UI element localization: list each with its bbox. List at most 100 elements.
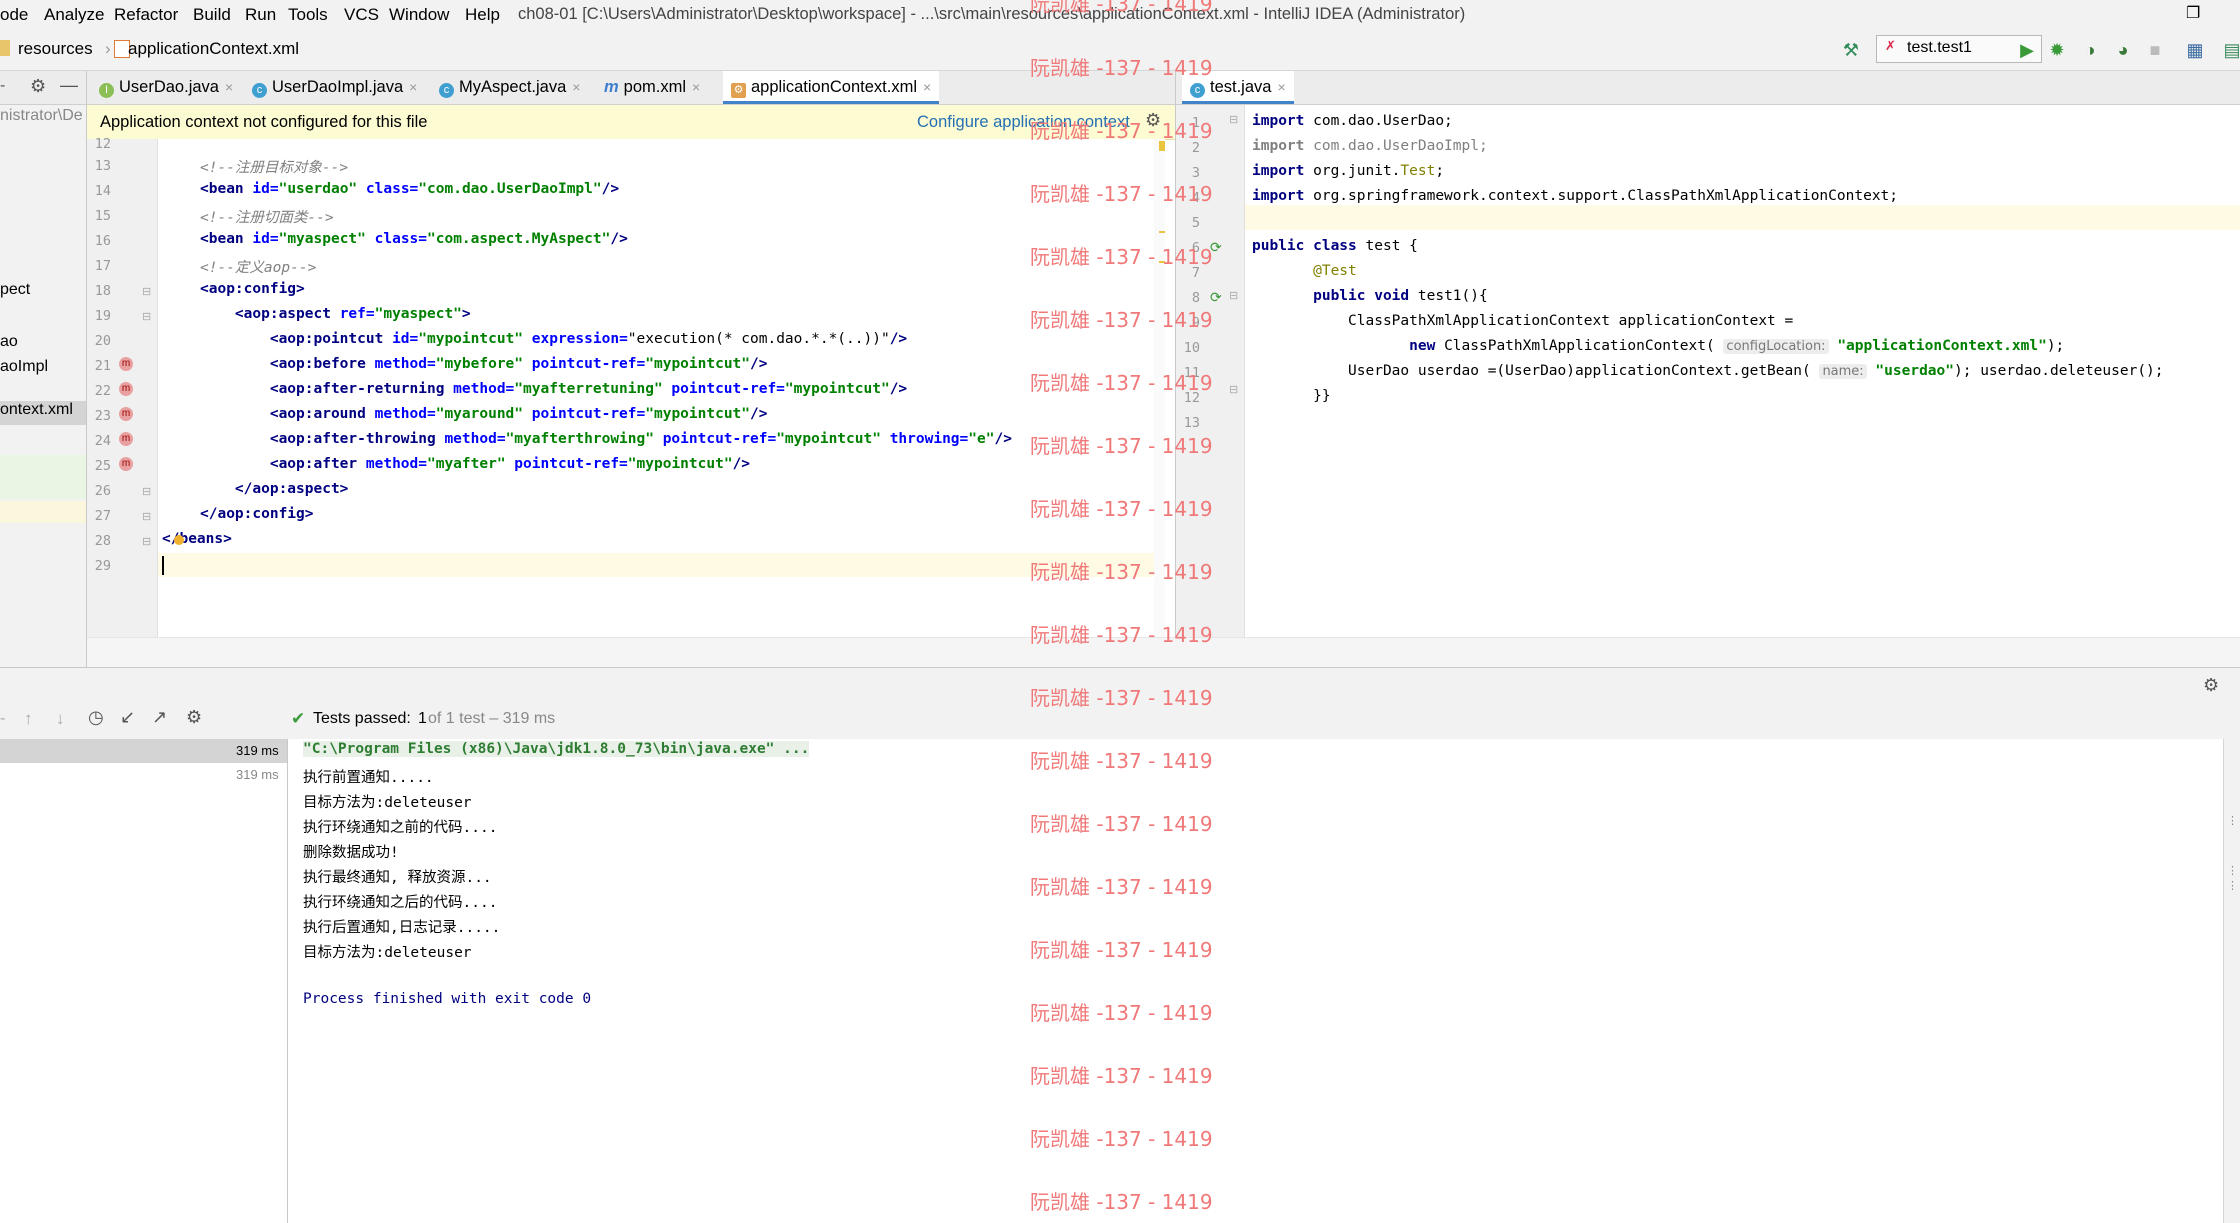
gear-icon[interactable]: ⚙	[186, 707, 202, 728]
sdk-icon[interactable]: ▤	[2222, 40, 2240, 60]
warning-mark[interactable]	[1159, 231, 1165, 233]
menu-refactor[interactable]: Refactor	[114, 5, 178, 25]
fold-icon[interactable]: ⊟	[142, 285, 151, 298]
scroll-marker-icon: ⋮	[2227, 880, 2238, 892]
project-item-daoimpl[interactable]: aoImpl	[0, 358, 48, 376]
menu-code[interactable]: ode	[0, 5, 28, 25]
gear-icon[interactable]: ⚙	[1145, 110, 1161, 131]
close-icon[interactable]: ×	[692, 79, 700, 95]
fold-icon[interactable]: ⊟	[1229, 383, 1238, 396]
fold-icon[interactable]: ⊟	[142, 510, 151, 523]
project-item-aspect[interactable]: pect	[0, 281, 30, 299]
project-structure-icon[interactable]: ▦	[2185, 40, 2205, 60]
profile-icon[interactable]: ◕	[2113, 40, 2133, 60]
restore-window-icon[interactable]: ❐	[2186, 3, 2206, 23]
code-line-7: @Test	[1252, 263, 1357, 279]
console-line: 执行环绕通知之前的代码....	[303, 820, 498, 836]
breadcrumb-file[interactable]: applicationContext.xml	[128, 39, 299, 59]
fold-icon[interactable]: ⊟	[142, 310, 151, 323]
collapse-icon[interactable]: -	[0, 710, 5, 728]
tab-myaspect-java[interactable]: c MyAspect.java ×	[439, 71, 580, 104]
menu-run[interactable]: Run	[245, 5, 276, 25]
menu-vcs[interactable]: VCS	[344, 5, 379, 25]
gear-icon[interactable]: ⚙	[30, 76, 46, 97]
intention-bulb-icon[interactable]	[174, 535, 184, 545]
console-line: 目标方法为:deleteuser	[303, 795, 472, 811]
hide-panel-icon[interactable]: —	[60, 75, 78, 96]
tab-label: pom.xml	[623, 78, 687, 96]
tab-test-java[interactable]: c test.java ×	[1182, 71, 1294, 104]
console-scrollbar[interactable]: ⋮ ⋮ ⋮	[2223, 739, 2240, 1223]
code-line-2: import com.dao.UserDaoImpl;	[1252, 138, 1488, 154]
error-stripe[interactable]	[1154, 139, 1165, 637]
test-duration: 319 ms	[236, 767, 279, 782]
console-output[interactable]: "C:\Program Files (x86)\Java\jdk1.8.0_73…	[288, 739, 2223, 1223]
advice-marker-icon[interactable]: m	[119, 382, 133, 396]
import-tests-icon[interactable]: ↙	[120, 707, 135, 728]
advice-marker-icon[interactable]: m	[119, 432, 133, 446]
menu-build[interactable]: Build	[193, 5, 231, 25]
line-number: 9	[1191, 315, 1200, 331]
collapse-icon[interactable]: -	[0, 77, 5, 95]
run-icon[interactable]: ▶	[2017, 40, 2037, 60]
advice-marker-icon[interactable]: m	[119, 407, 133, 421]
export-tests-icon[interactable]: ↗	[152, 707, 167, 728]
xml-editor[interactable]: <!--注册目标对象--> <bean id="userdao" class="…	[158, 139, 1165, 637]
next-failed-icon[interactable]: ↓	[56, 709, 65, 729]
line-number: 18	[94, 283, 111, 299]
build-hammer-icon[interactable]: ⚒	[1841, 40, 1861, 60]
fold-icon[interactable]: ⊟	[142, 485, 151, 498]
code-line-25: <aop:after method="myafter" pointcut-ref…	[269, 456, 751, 472]
stop-icon[interactable]: ■	[2145, 40, 2165, 60]
gear-icon[interactable]: ⚙	[2203, 675, 2219, 696]
tests-passed-detail: of 1 test – 319 ms	[428, 710, 556, 727]
close-icon[interactable]: ×	[572, 79, 580, 95]
tab-label: UserDaoImpl.java	[272, 78, 404, 96]
run-panel-header: ⚙	[0, 667, 2240, 703]
coverage-icon[interactable]: ◑	[2080, 40, 2100, 60]
menu-tools[interactable]: Tools	[288, 5, 328, 25]
close-icon[interactable]: ×	[1277, 79, 1285, 95]
menu-help[interactable]: Help	[465, 5, 500, 25]
line-number: 17	[94, 258, 111, 274]
code-line-1: import com.dao.UserDao;	[1252, 113, 1453, 129]
line-number: 12	[1183, 390, 1200, 406]
history-icon[interactable]: ◷	[88, 707, 104, 728]
line-number: 23	[94, 408, 111, 424]
close-icon[interactable]: ×	[923, 79, 931, 95]
warning-mark[interactable]	[1159, 141, 1165, 151]
text-cursor	[162, 556, 164, 575]
tab-userdaoimpl-java[interactable]: c UserDaoImpl.java ×	[252, 71, 417, 104]
warning-mark[interactable]	[1159, 261, 1165, 263]
close-icon[interactable]: ×	[225, 79, 233, 95]
test-row[interactable]: 319 ms	[0, 763, 287, 787]
fold-icon[interactable]: ⊟	[1229, 113, 1238, 126]
advice-marker-icon[interactable]: m	[119, 357, 133, 371]
fold-icon[interactable]: ⊟	[142, 535, 151, 548]
junit-error-icon: ✗	[1885, 38, 1896, 53]
close-icon[interactable]: ×	[409, 79, 417, 95]
debug-icon[interactable]: ✹	[2047, 40, 2067, 60]
java-editor[interactable]: import com.dao.UserDao; import com.dao.U…	[1245, 105, 2240, 637]
breadcrumb-resources[interactable]: resources	[18, 39, 93, 59]
line-number: 6	[1191, 240, 1200, 256]
test-row-selected[interactable]: 319 ms	[0, 739, 287, 763]
advice-marker-icon[interactable]: m	[119, 457, 133, 471]
project-item-applicationcontext[interactable]: ontext.xml	[0, 401, 86, 425]
menu-window[interactable]: Window	[389, 5, 449, 25]
line-number: 4	[1191, 190, 1200, 206]
project-item-dao[interactable]: ao	[0, 333, 18, 351]
tab-applicationcontext-xml[interactable]: ⚙ applicationContext.xml ×	[723, 71, 940, 104]
console-line: "C:\Program Files (x86)\Java\jdk1.8.0_73…	[303, 741, 810, 757]
previous-failed-icon[interactable]: ↑	[24, 709, 33, 729]
run-test-gutter-icon[interactable]: ⟳	[1210, 239, 1222, 256]
fold-icon[interactable]: ⊟	[1229, 289, 1238, 302]
tab-pom-xml[interactable]: m pom.xml ×	[604, 71, 700, 104]
line-number: 13	[94, 158, 111, 174]
line-number: 3	[1191, 165, 1200, 181]
banner-message: Application context not configured for t…	[100, 113, 428, 131]
configure-application-context-link[interactable]: Configure application context	[917, 113, 1130, 132]
menu-analyze[interactable]: Analyze	[44, 5, 104, 25]
run-test-gutter-icon[interactable]: ⟳	[1210, 289, 1222, 306]
tab-userdao-java[interactable]: I UserDao.java ×	[99, 71, 233, 104]
